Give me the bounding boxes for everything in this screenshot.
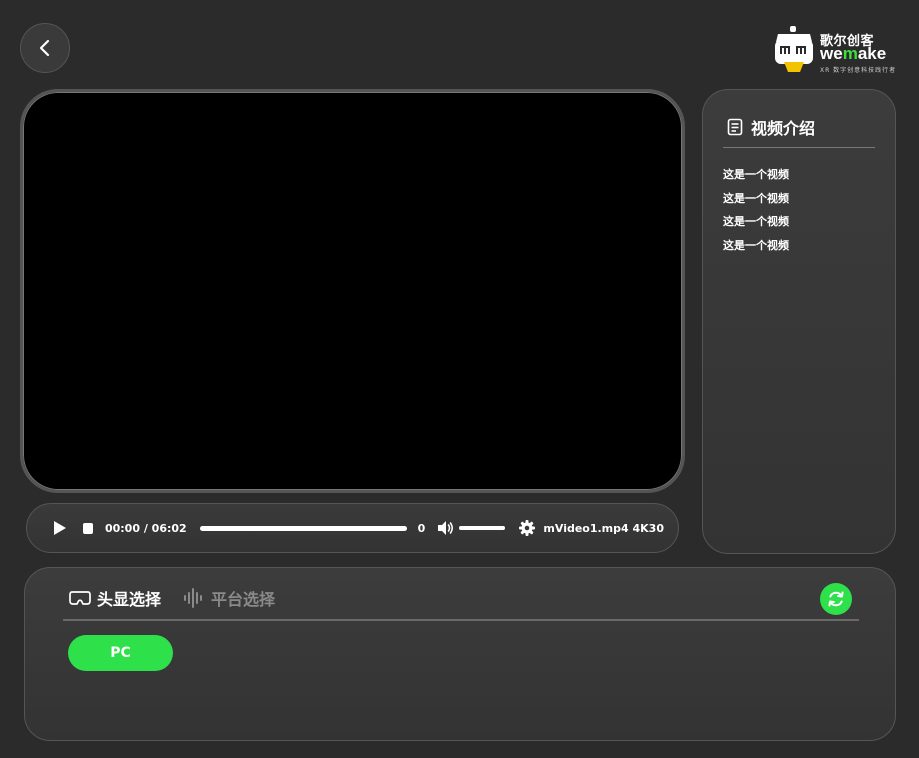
refresh-icon — [828, 591, 844, 607]
settings-button[interactable] — [519, 520, 536, 536]
volume-fill — [459, 526, 506, 530]
brand-name-en-accent: m — [842, 44, 858, 63]
option-pc-button[interactable]: PC — [68, 635, 173, 671]
video-intro-panel: 视频介绍 这是一个视频 这是一个视频 这是一个视频 这是一个视频 — [702, 89, 896, 554]
file-info: mVideo1.mp4 4K30 — [543, 521, 664, 535]
chevron-left-icon — [39, 39, 50, 57]
brand-tagline: XR 数字创意科技践行者 — [820, 67, 897, 74]
brand-name-en-prefix: we — [820, 44, 843, 63]
divider — [63, 619, 859, 621]
intro-text: 这是一个视频 这是一个视频 这是一个视频 这是一个视频 — [723, 166, 789, 260]
play-button[interactable] — [53, 519, 67, 537]
volume-button[interactable] — [437, 520, 455, 536]
back-button[interactable] — [20, 23, 70, 73]
stop-button[interactable] — [83, 522, 93, 534]
refresh-button[interactable] — [820, 583, 852, 615]
intro-line: 这是一个视频 — [723, 215, 789, 228]
player-controls: 00:00 / 06:02 0 mVideo1.mp4 4K30 — [26, 503, 679, 553]
intro-line: 这是一个视频 — [723, 238, 789, 252]
mascot-logo-icon — [775, 26, 813, 72]
progress-fill — [199, 525, 407, 531]
divider — [723, 147, 875, 148]
audio-wave-icon — [184, 588, 203, 608]
brand-logo: 歌尔创客 wemake XR 数字创意科技践行者 — [772, 24, 902, 76]
gear-icon — [519, 520, 536, 536]
tab-headset[interactable]: 头显选择 — [69, 586, 161, 610]
intro-title: 视频介绍 — [751, 119, 816, 138]
tab-platform[interactable]: 平台选择 — [183, 586, 275, 610]
speaker-icon — [438, 521, 454, 535]
select-tabs: 头显选择 平台选择 — [69, 586, 297, 610]
brand-name-en: wemake — [820, 44, 886, 64]
volume-slider[interactable] — [459, 526, 506, 530]
intro-header: 视频介绍 — [727, 115, 815, 139]
document-icon — [727, 118, 743, 136]
playback-time: 00:00 / 06:02 — [104, 521, 187, 535]
device-select-panel: 头显选择 平台选择 PC — [24, 567, 896, 741]
intro-line: 这是一个视频 — [723, 168, 789, 181]
tab-headset-label: 头显选择 — [97, 590, 162, 609]
brand-name-en-suffix: ake — [857, 44, 887, 63]
video-viewport[interactable] — [20, 89, 685, 493]
play-icon — [54, 521, 66, 535]
volume-value: 0 — [417, 521, 426, 535]
intro-line: 这是一个视频 — [723, 191, 789, 205]
vr-headset-icon — [69, 591, 91, 605]
progress-bar[interactable] — [199, 525, 407, 531]
tab-platform-label: 平台选择 — [211, 590, 276, 609]
